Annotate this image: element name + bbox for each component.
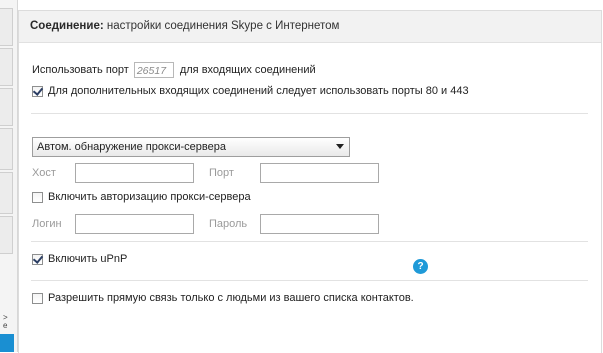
nav-tab[interactable] (0, 172, 13, 214)
nav-tab[interactable] (0, 48, 13, 86)
direct-contact-checkbox[interactable] (32, 292, 43, 304)
nav-tab[interactable] (0, 8, 13, 46)
help-icon[interactable]: ? (413, 259, 428, 274)
port-label: Использовать порт (32, 64, 129, 76)
proxy-select[interactable]: Автом. обнаружение прокси-сервера (32, 137, 350, 157)
settings-panel: Соединение: настройки соединения Skype с… (18, 10, 602, 353)
proxy-auth-label: Включить авторизацию прокси-сервера (48, 191, 251, 204)
proxy-port-label: Порт (209, 167, 234, 179)
direct-contact-label: Разрешить прямую связь только с людьми и… (48, 292, 414, 305)
divider (31, 241, 588, 242)
login-label: Логин (32, 218, 62, 230)
port-row: Использовать порт 26517 для входящих соеди… (32, 62, 316, 78)
nav-selected-item[interactable] (0, 334, 14, 352)
header-section-title: Соединение: (30, 20, 104, 32)
nav-tab[interactable] (0, 216, 13, 254)
left-nav-strip: > e (0, 0, 18, 352)
proxy-auth-checkbox[interactable] (32, 191, 43, 203)
alt-ports-row: Для дополнительных входящих соединений с… (32, 85, 469, 97)
header-subtitle: настройки соединения Skype с Интернетом (103, 20, 340, 32)
divider (31, 280, 588, 281)
nav-tab[interactable] (0, 88, 13, 126)
upnp-row: Включить uPnP (32, 253, 127, 265)
password-label: Пароль (209, 218, 248, 230)
port-suffix-label: для входящих соединений (179, 64, 316, 76)
host-label: Хост (32, 167, 56, 179)
alt-ports-checkbox[interactable] (32, 85, 43, 97)
upnp-label: Включить uPnP (48, 253, 128, 266)
nav-mark: e (3, 321, 8, 330)
login-input[interactable] (75, 214, 194, 234)
proxy-select-value: Автом. обнаружение прокси-сервера (37, 141, 226, 153)
host-input[interactable] (75, 163, 194, 183)
dropdown-arrow-icon (336, 144, 344, 149)
port-input[interactable]: 26517 (133, 62, 174, 78)
divider (31, 113, 588, 114)
proxy-port-input[interactable] (260, 163, 379, 183)
panel-header: Соединение: настройки соединения Skype с… (19, 11, 601, 43)
nav-tab[interactable] (0, 128, 13, 170)
upnp-checkbox[interactable] (32, 253, 43, 265)
alt-ports-label: Для дополнительных входящих соединений с… (48, 85, 469, 98)
proxy-auth-row: Включить авторизацию прокси-сервера (32, 191, 251, 203)
password-input[interactable] (260, 214, 379, 234)
direct-contact-row: Разрешить прямую связь только с людьми и… (32, 292, 414, 304)
